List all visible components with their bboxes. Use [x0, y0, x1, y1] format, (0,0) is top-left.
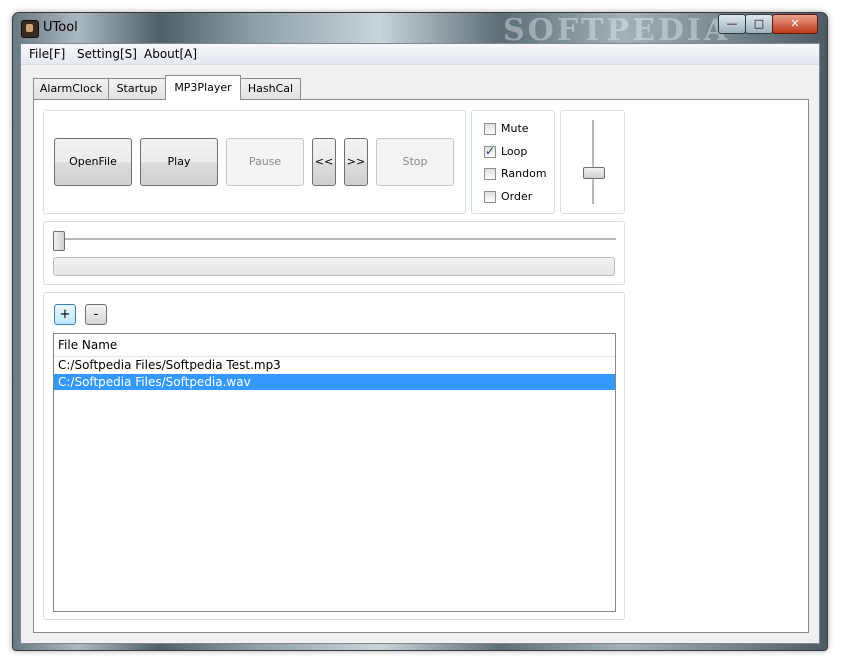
file-name-column-header: File Name [58, 338, 118, 352]
seek-group [43, 221, 625, 285]
loop-label: Loop [501, 145, 528, 158]
volume-group [560, 110, 625, 214]
menu-file[interactable]: File[F] [29, 47, 65, 61]
tab-mp3player[interactable]: MP3Player [165, 75, 241, 100]
previous-button[interactable]: << [312, 138, 336, 186]
transport-group: OpenFile Play Pause << >> Stop [43, 110, 466, 214]
tab-hashcal[interactable]: HashCal [240, 78, 301, 99]
playback-progress-bar [53, 257, 615, 276]
tab-startup[interactable]: Startup [108, 78, 166, 99]
order-checkbox[interactable] [484, 191, 496, 203]
seek-slider-track[interactable] [58, 238, 616, 241]
minimize-button[interactable]: — [718, 14, 746, 34]
menu-bar: File[F] Setting[S] About[A] [21, 44, 819, 65]
title-bar[interactable]: UTool SOFTPEDIA — □ ✕ [13, 13, 827, 48]
remove-file-button[interactable]: - [85, 304, 107, 325]
menu-setting[interactable]: Setting[S] [77, 47, 137, 61]
open-file-button[interactable]: OpenFile [54, 138, 132, 186]
loop-checkbox[interactable] [484, 144, 496, 158]
random-label: Random [501, 167, 547, 180]
list-header[interactable]: File Name [54, 334, 615, 357]
close-button[interactable]: ✕ [772, 14, 818, 34]
next-button[interactable]: >> [344, 138, 368, 186]
list-item[interactable]: C:/Softpedia Files/Softpedia Test.mp3 [54, 357, 615, 373]
app-window: UTool SOFTPEDIA — □ ✕ File[F] Setting[S]… [12, 12, 828, 651]
random-checkbox[interactable] [484, 168, 496, 180]
add-file-button[interactable]: + [54, 304, 76, 325]
options-group: Mute Loop Random Order [471, 110, 555, 214]
mp3player-panel: OpenFile Play Pause << >> Stop Mute Loop… [33, 99, 809, 633]
window-title: UTool [43, 20, 78, 35]
volume-slider-track[interactable] [592, 120, 595, 204]
seek-slider-thumb[interactable] [53, 231, 65, 251]
pause-button[interactable]: Pause [226, 138, 304, 186]
order-label: Order [501, 190, 533, 203]
maximize-button[interactable]: □ [745, 14, 773, 34]
volume-slider-thumb[interactable] [583, 167, 605, 179]
playlist-list[interactable]: File Name C:/Softpedia Files/Softpedia T… [53, 333, 616, 612]
playlist-group: + - File Name C:/Softpedia Files/Softped… [43, 292, 625, 620]
menu-about[interactable]: About[A] [144, 47, 197, 61]
mute-checkbox[interactable] [484, 123, 496, 135]
tab-alarmclock[interactable]: AlarmClock [33, 78, 109, 99]
stop-button[interactable]: Stop [376, 138, 454, 186]
list-item-selected[interactable]: C:/Softpedia Files/Softpedia.wav [54, 374, 615, 390]
app-icon [21, 20, 39, 38]
mute-label: Mute [501, 122, 529, 135]
play-button[interactable]: Play [140, 138, 218, 186]
client-area: File[F] Setting[S] About[A] AlarmClock S… [20, 43, 820, 644]
